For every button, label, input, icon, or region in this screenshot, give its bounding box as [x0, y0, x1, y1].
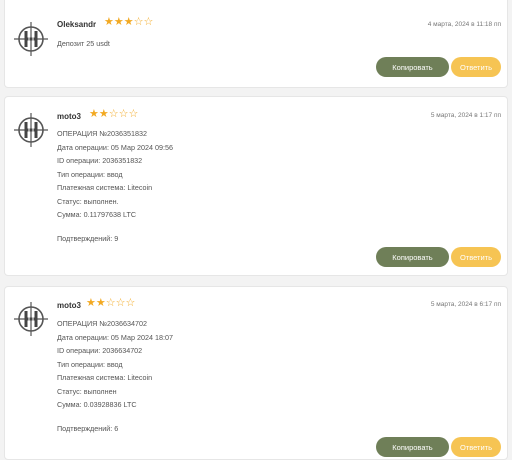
- comment-line: Дата операции: 05 Мар 2024 18:07: [57, 332, 173, 342]
- comment-line: ОПЕРАЦИЯ №2036634702: [57, 319, 148, 328]
- comment-line: ОПЕРАЦИЯ №2036351832: [57, 129, 148, 138]
- star-icon: ★: [113, 16, 124, 28]
- comment-line: Сумма: 0.03928836 LTC: [57, 400, 137, 409]
- reply-button[interactable]: Ответить: [451, 437, 501, 457]
- star-icon: ☆: [125, 297, 136, 309]
- comment-line: Депозит 25 usdt: [57, 39, 110, 48]
- avatar: [14, 302, 48, 336]
- star-icon: ☆: [143, 16, 154, 28]
- rating-stars: ★★☆☆☆: [89, 109, 138, 120]
- copy-button[interactable]: Копировать: [376, 247, 449, 267]
- star-icon: ☆: [108, 108, 119, 120]
- comment-line: Сумма: 0.11797638 LTC: [57, 210, 137, 219]
- comment-line: Дата операции: 05 Мар 2024 09:56: [57, 142, 173, 152]
- comment-date: 5 марта, 2024 в 6:17 пп: [430, 301, 501, 308]
- rating-stars: ★★☆☆☆: [86, 298, 135, 309]
- comment-body: ОПЕРАЦИЯ №2036634702 Дата операции: 05 М…: [57, 317, 173, 435]
- copy-button[interactable]: Копировать: [376, 57, 449, 77]
- star-icon: ★: [98, 108, 109, 120]
- comment-line: ID операции: 2036351832: [57, 156, 143, 165]
- reply-button[interactable]: Ответить: [451, 57, 501, 77]
- comment-author[interactable]: Oleksandr: [57, 20, 96, 29]
- star-icon: ☆: [115, 297, 126, 309]
- confirmations-line: Подтверждений: 6: [57, 423, 119, 433]
- comment-author[interactable]: moto3: [57, 112, 81, 121]
- star-icon: ★: [95, 297, 106, 309]
- reply-button[interactable]: Ответить: [451, 247, 501, 267]
- comment-line: Тип операции: ввод: [57, 169, 123, 179]
- avatar: [14, 113, 48, 147]
- comment-body: ОПЕРАЦИЯ №2036351832 Дата операции: 05 М…: [57, 127, 173, 245]
- avatar: [14, 22, 48, 56]
- confirmations-line: Подтверждений: 9: [57, 233, 119, 243]
- star-icon: ☆: [118, 108, 129, 120]
- comment-card: moto3 ★★☆☆☆ 5 марта, 2024 в 1:17 пп ОПЕР…: [4, 96, 508, 276]
- comment-line: Платежная система: Litecoin: [57, 373, 153, 382]
- star-icon: ★: [104, 16, 114, 28]
- star-icon: ★: [86, 297, 96, 309]
- comment-line: Статус: выполнен.: [57, 196, 119, 206]
- star-icon: ★: [123, 16, 134, 28]
- comment-author[interactable]: moto3: [57, 301, 81, 310]
- star-icon: ★: [89, 108, 99, 120]
- rating-stars: ★★★☆☆: [104, 17, 153, 28]
- star-icon: ☆: [105, 297, 116, 309]
- comment-date: 4 марта, 2024 в 11:18 пп: [427, 21, 501, 28]
- comment-line: Статус: выполнен: [57, 386, 117, 396]
- comment-date: 5 марта, 2024 в 1:17 пп: [430, 112, 501, 119]
- comment-line: Платежная система: Litecoin: [57, 183, 153, 192]
- comment-line: Тип операции: ввод: [57, 359, 123, 369]
- comment-card: moto3 ★★☆☆☆ 5 марта, 2024 в 6:17 пп ОПЕР…: [4, 286, 508, 460]
- comment-body: Депозит 25 usdt: [57, 37, 110, 51]
- star-icon: ☆: [128, 108, 139, 120]
- comment-card: Oleksandr ★★★☆☆ 4 марта, 2024 в 11:18 пп…: [4, 0, 508, 88]
- comment-line: ID операции: 2036634702: [57, 346, 143, 355]
- copy-button[interactable]: Копировать: [376, 437, 449, 457]
- star-icon: ☆: [133, 16, 144, 28]
